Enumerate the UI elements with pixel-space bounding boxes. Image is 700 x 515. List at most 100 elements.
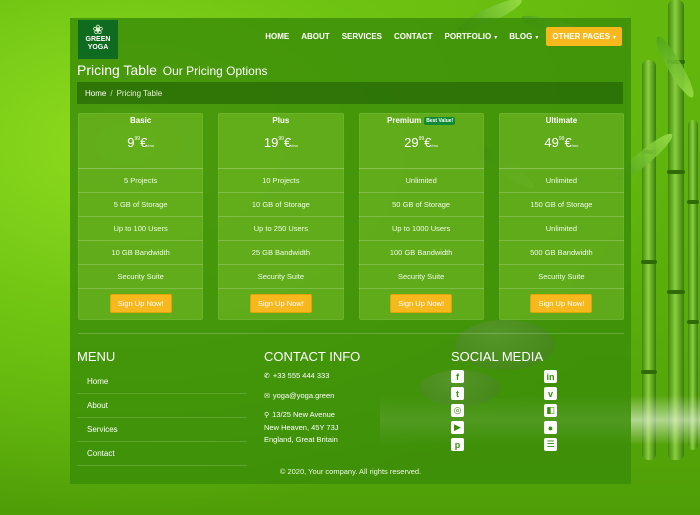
nav-services[interactable]: SERVICES [336, 28, 388, 45]
plan-feature: Unlimited [498, 169, 624, 193]
plan-feature: Up to 1000 Users [358, 217, 484, 241]
main-nav: HOME ABOUT SERVICES CONTACT PORTFOLIO ▾ B… [259, 27, 622, 46]
chevron-down-icon: ▾ [535, 35, 539, 41]
twitter-icon[interactable]: t [451, 387, 464, 400]
logo[interactable]: ❀ GREEN YOGA [78, 20, 118, 59]
chevron-down-icon: ▾ [612, 35, 616, 41]
plan-price: 2999€/mo [358, 128, 484, 169]
facebook-icon[interactable]: f [451, 370, 464, 383]
plan-basic: Basic 999€/mo 5 Projects 5 GB of Storage… [78, 113, 204, 320]
plan-feature: Security Suite [78, 265, 204, 289]
plan-name: Premium [387, 116, 422, 125]
linkedin-icon[interactable]: in [544, 370, 557, 383]
breadcrumb: Home / Pricing Table [77, 82, 623, 104]
price-int: 9 [127, 135, 135, 150]
plan-name: Ultimate [545, 116, 578, 125]
plan-feature: 100 GB Bandwidth [358, 241, 484, 265]
footer-contact-title: CONTACT INFO [264, 349, 361, 364]
price-period: /mo [147, 143, 154, 148]
page-title-main: Pricing Table [77, 62, 157, 78]
lotus-icon: ❀ [92, 22, 104, 37]
nav-portfolio-label: PORTFOLIO [444, 32, 492, 41]
plan-price: 4999€/mo [498, 128, 624, 169]
plan-name: Plus [272, 116, 290, 125]
price-currency: € [564, 135, 572, 150]
price-int: 49 [544, 135, 559, 150]
envelope-icon: ✉ [264, 393, 270, 400]
nav-other-pages-label: OTHER PAGES [552, 32, 610, 41]
price-int: 19 [263, 135, 279, 150]
signup-button[interactable]: Sign Up Now! [249, 294, 312, 313]
signup-button[interactable]: Sign Up Now! [390, 294, 453, 313]
footer-menu-about[interactable]: About [77, 394, 247, 418]
signup-button[interactable]: Sign Up Now! [530, 294, 593, 313]
vimeo-icon[interactable]: v [544, 387, 557, 400]
nav-contact[interactable]: CONTACT [388, 28, 439, 45]
price-period: /mo [291, 143, 298, 148]
pinterest-icon[interactable]: p [451, 438, 464, 451]
nav-portfolio[interactable]: PORTFOLIO ▾ [439, 28, 504, 45]
footer-menu-home[interactable]: Home [77, 370, 247, 394]
plan-feature: 500 GB Bandwidth [498, 241, 624, 265]
price-period: /mo [571, 143, 579, 148]
phone-icon: ✆ [264, 373, 270, 380]
instagram-icon[interactable]: ◎ [451, 404, 464, 417]
nav-other-pages[interactable]: OTHER PAGES ▾ [546, 27, 622, 46]
plan-name-row: Premium Best Value! [359, 113, 484, 128]
flickr-icon[interactable]: ● [544, 421, 557, 434]
plan-ultimate: Ultimate 4999€/mo Unlimited 150 GB of St… [498, 113, 624, 320]
plan-feature: Security Suite [498, 265, 624, 289]
plan-feature: 25 GB Bandwidth [218, 241, 344, 265]
address-line: 13/25 New Avenue [272, 410, 335, 419]
plan-feature: Security Suite [358, 265, 484, 289]
contact-email-text: yoga@yoga.green [272, 391, 335, 400]
social-column-left: f t ◎ ▶ p [451, 370, 464, 451]
plan-feature: Up to 250 Users [218, 217, 344, 241]
nav-about[interactable]: ABOUT [295, 28, 335, 45]
pricing-table: Basic 999€/mo 5 Projects 5 GB of Storage… [78, 113, 624, 320]
footer-divider [78, 333, 624, 334]
map-marker-icon: ⚲ [264, 412, 270, 419]
nav-blog-label: BLOG [509, 32, 533, 41]
footer-menu-title: MENU [77, 349, 116, 364]
footer-social-title: SOCIAL MEDIA [451, 349, 543, 364]
nav-blog[interactable]: BLOG ▾ [503, 28, 544, 45]
rss-icon[interactable]: ☰ [544, 438, 557, 451]
best-value-badge: Best Value! [424, 117, 456, 125]
leaf-decoration [651, 33, 699, 101]
chevron-down-icon: ▾ [494, 35, 498, 41]
plan-name: Basic [129, 116, 152, 125]
delicious-icon[interactable]: ◧ [544, 404, 557, 417]
plan-price: 999€/mo [78, 128, 204, 169]
footer-menu: Home About Services Contact [77, 370, 247, 466]
address-line: England, Great Britain [264, 435, 338, 444]
social-column-right: in v ◧ ● ☰ [544, 370, 557, 451]
main-panel: ❀ GREEN YOGA HOME ABOUT SERVICES CONTACT… [70, 18, 631, 484]
plan-feature: 5 Projects [78, 169, 204, 193]
plan-plus: Plus 1999€/mo 10 Projects 10 GB of Stora… [218, 113, 344, 320]
plan-feature: 10 GB of Storage [218, 193, 344, 217]
footer-menu-contact[interactable]: Contact [77, 442, 247, 466]
logo-text-line2: YOGA [87, 44, 109, 51]
youtube-icon[interactable]: ▶ [451, 421, 464, 434]
contact-phone-text: +33 555 444 333 [272, 371, 330, 380]
price-int: 29 [404, 135, 419, 150]
signup-button[interactable]: Sign Up Now! [109, 294, 172, 313]
page-subtitle: Our Pricing Options [162, 64, 268, 78]
plan-feature: 150 GB of Storage [498, 193, 624, 217]
plan-premium: Premium Best Value! 2999€/mo Unlimited 50… [358, 113, 484, 320]
address-line: New Heaven, 45Y 73J [264, 423, 339, 432]
nav-home[interactable]: HOME [259, 28, 295, 45]
copyright-text: © 2020, Your company. All rights reserve… [279, 467, 422, 476]
contact-email[interactable]: ✉ yoga@yoga.green [264, 390, 334, 403]
plan-feature: Security Suite [218, 265, 344, 289]
plan-feature: Unlimited [498, 217, 624, 241]
plan-feature: 5 GB of Storage [78, 193, 204, 217]
plan-feature: Up to 100 Users [78, 217, 204, 241]
plan-feature: 10 GB Bandwidth [78, 241, 204, 265]
footer-menu-services[interactable]: Services [77, 418, 247, 442]
price-period: /mo [431, 143, 439, 148]
contact-address: ⚲ 13/25 New Avenue New Heaven, 45Y 73J En… [264, 409, 339, 446]
plan-feature: 10 Projects [218, 169, 344, 193]
breadcrumb-home[interactable]: Home [85, 89, 106, 98]
